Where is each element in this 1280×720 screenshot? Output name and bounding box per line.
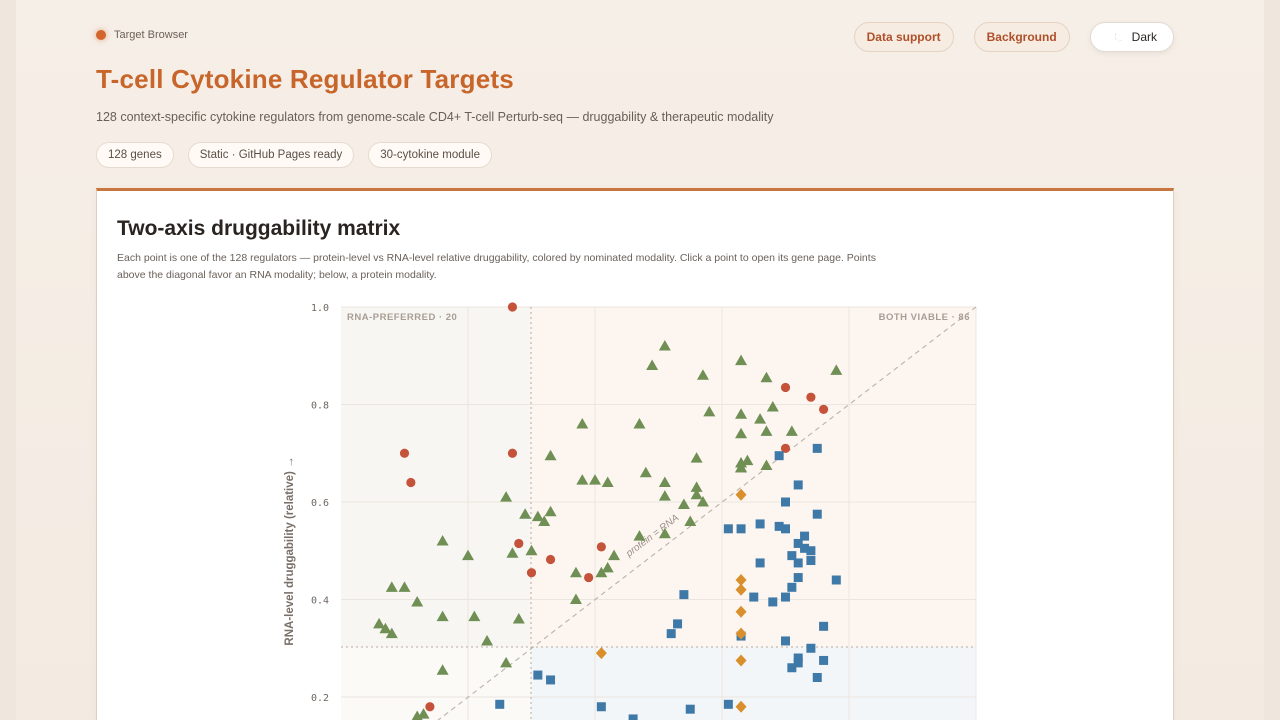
data-point-square[interactable] bbox=[781, 636, 790, 646]
data-point-square[interactable] bbox=[781, 524, 790, 534]
data-point-square[interactable] bbox=[806, 643, 816, 653]
data-point-square[interactable] bbox=[723, 699, 733, 709]
data-point-circle[interactable] bbox=[507, 302, 518, 312]
data-point-circle[interactable] bbox=[526, 568, 537, 578]
panel-description: Each point is one of the 128 regulators … bbox=[117, 252, 876, 281]
data-point-square[interactable] bbox=[685, 704, 695, 714]
moon-icon bbox=[1114, 32, 1123, 41]
summary-chips: 128 genes Static · GitHub Pages ready 30… bbox=[96, 142, 492, 168]
y-tick-label: 1.0 bbox=[311, 303, 329, 314]
quadrant-label-both-viable: BOTH VIABLE · 86 bbox=[879, 312, 970, 323]
data-point-circle[interactable] bbox=[806, 392, 816, 402]
data-point-square[interactable] bbox=[819, 621, 829, 631]
data-point-square[interactable] bbox=[628, 714, 638, 720]
chip-static: Static · GitHub Pages ready bbox=[187, 142, 355, 168]
data-point-circle[interactable] bbox=[780, 382, 791, 393]
data-point-square[interactable] bbox=[533, 670, 543, 680]
y-tick-label: 0.4 bbox=[311, 596, 329, 607]
data-point-circle[interactable] bbox=[399, 448, 410, 458]
druggability-panel: Two-axis druggability matrix Each point … bbox=[96, 188, 1174, 720]
data-point-square[interactable] bbox=[793, 573, 803, 583]
data-point-circle[interactable] bbox=[596, 542, 606, 552]
data-point-square[interactable] bbox=[666, 629, 676, 639]
brand[interactable]: Target Browser bbox=[96, 29, 188, 41]
panel-title: Two-axis druggability matrix bbox=[117, 217, 401, 240]
page-title: T-cell Cytokine Regulator Targets bbox=[96, 64, 514, 94]
data-point-square[interactable] bbox=[723, 524, 733, 534]
data-point-circle[interactable] bbox=[425, 702, 435, 712]
data-point-square[interactable] bbox=[831, 575, 841, 585]
y-axis-ticks: 1.0 0.8 0.6 0.4 0.2 bbox=[311, 303, 329, 704]
data-point-square[interactable] bbox=[679, 590, 689, 600]
data-point-circle[interactable] bbox=[406, 477, 416, 488]
y-tick-label: 0.6 bbox=[311, 498, 329, 509]
data-point-square[interactable] bbox=[793, 558, 803, 568]
data-point-circle[interactable] bbox=[545, 554, 556, 565]
data-point-square[interactable] bbox=[800, 531, 810, 541]
data-point-square[interactable] bbox=[793, 480, 803, 490]
data-point-circle[interactable] bbox=[819, 404, 829, 414]
data-point-circle[interactable] bbox=[584, 572, 594, 583]
data-point-square[interactable] bbox=[546, 675, 556, 685]
data-point-square[interactable] bbox=[812, 673, 822, 682]
data-point-square[interactable] bbox=[781, 497, 790, 507]
data-point-square[interactable] bbox=[812, 443, 822, 453]
brand-label: Target Browser bbox=[114, 29, 188, 41]
quadrant-top-left bbox=[341, 307, 531, 647]
y-axis-label: RNA-level druggability (relative) → bbox=[284, 456, 296, 645]
chip-genes: 128 genes bbox=[96, 142, 174, 168]
page: Target Browser Data support Background D… bbox=[16, 0, 1264, 720]
data-point-circle[interactable] bbox=[507, 448, 518, 458]
chip-module: 30-cytokine module bbox=[368, 142, 492, 168]
data-support-button[interactable]: Data support bbox=[853, 22, 954, 52]
data-point-square[interactable] bbox=[781, 592, 790, 602]
data-point-square[interactable] bbox=[495, 699, 505, 709]
data-point-square[interactable] bbox=[819, 655, 829, 665]
background-button[interactable]: Background bbox=[973, 22, 1070, 52]
data-point-square[interactable] bbox=[596, 702, 606, 712]
data-point-square[interactable] bbox=[755, 558, 765, 568]
quadrant-label-rna-preferred: RNA-PREFERRED · 20 bbox=[347, 312, 457, 323]
data-point-square[interactable] bbox=[749, 592, 759, 602]
y-tick-label: 0.2 bbox=[311, 693, 329, 704]
top-nav: Data support Background Dark bbox=[853, 22, 1174, 52]
data-point-square[interactable] bbox=[768, 597, 778, 607]
data-point-square[interactable] bbox=[812, 509, 822, 519]
data-point-square[interactable] bbox=[806, 556, 816, 565]
dark-mode-button[interactable]: Dark bbox=[1089, 22, 1174, 52]
page-subtitle: 128 context-specific cytokine regulators… bbox=[96, 110, 774, 124]
data-point-square[interactable] bbox=[774, 451, 784, 461]
data-point-square[interactable] bbox=[787, 582, 797, 592]
data-point-circle[interactable] bbox=[514, 538, 524, 549]
data-point-square[interactable] bbox=[673, 619, 683, 629]
brand-dot-icon bbox=[96, 30, 106, 40]
y-tick-label: 0.8 bbox=[311, 401, 329, 412]
data-point-square[interactable] bbox=[736, 524, 746, 534]
data-point-square[interactable] bbox=[787, 663, 797, 673]
druggability-scatter: protein = RNA RNA-PREFERRED · 20 BOTH VI… bbox=[284, 302, 977, 720]
data-point-square[interactable] bbox=[806, 546, 816, 556]
data-point-square[interactable] bbox=[755, 519, 765, 529]
quadrant-bottom-left bbox=[341, 647, 531, 720]
dark-mode-label: Dark bbox=[1131, 30, 1157, 44]
